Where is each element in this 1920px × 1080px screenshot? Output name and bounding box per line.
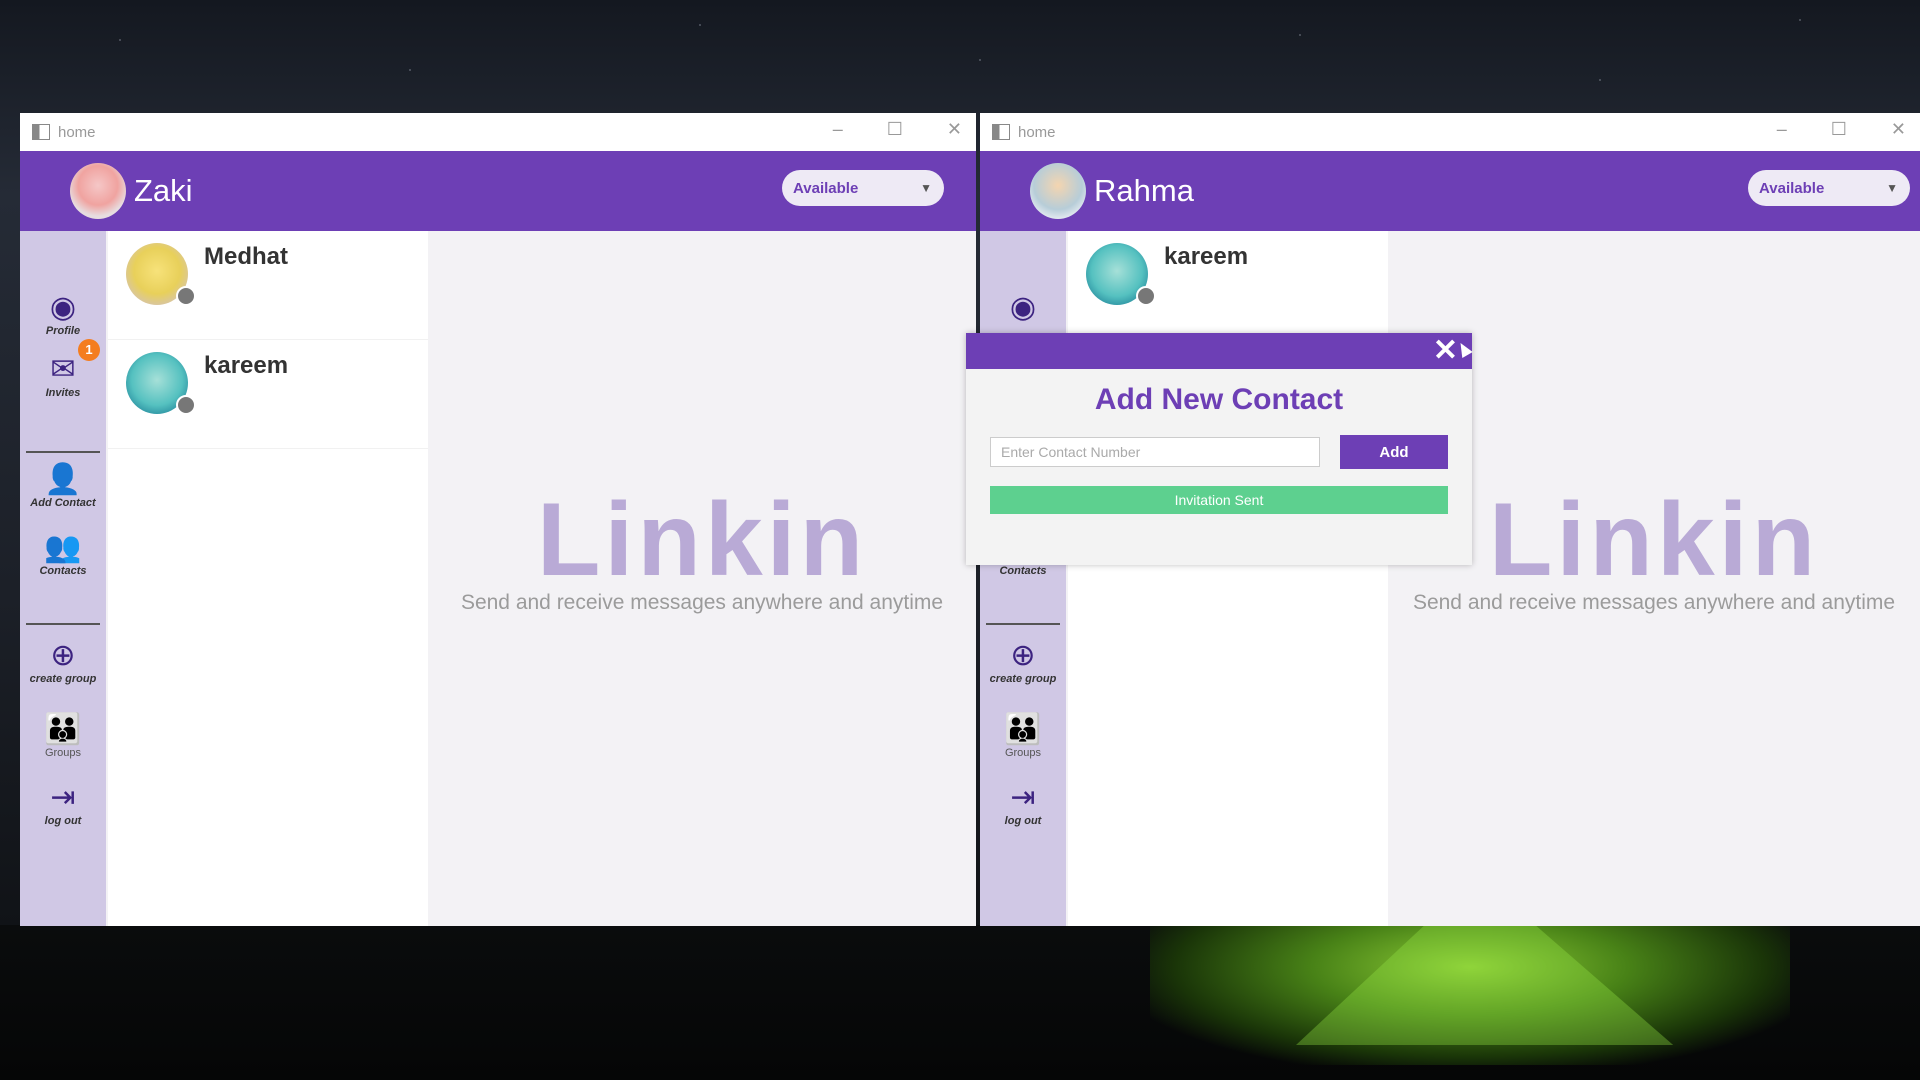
- window-controls: – ☐ ✕: [833, 119, 962, 140]
- close-icon[interactable]: ✕: [1433, 335, 1458, 367]
- create-group-icon: ⊕: [1010, 639, 1036, 672]
- chevron-down-icon: ▼: [920, 181, 932, 195]
- list-item[interactable]: kareem: [1068, 231, 1388, 340]
- nav-label: create group: [989, 673, 1057, 685]
- nav-profile[interactable]: ◉ Profile: [20, 291, 106, 337]
- contacts-icon: 👥: [44, 531, 82, 564]
- add-contact-dialog: ✕ Add New Contact Add Invitation Sent: [966, 333, 1472, 565]
- status-dropdown[interactable]: Available ▼: [782, 170, 944, 206]
- app-icon: [32, 124, 50, 140]
- nav-contacts[interactable]: 👥 Contacts: [20, 531, 106, 577]
- nav-groups[interactable]: 👪 Groups: [980, 713, 1066, 759]
- nav-label: Groups: [1004, 747, 1042, 759]
- nav-label: Invites: [45, 387, 81, 399]
- logout-icon: ⇥: [1010, 781, 1036, 814]
- contact-name: kareem: [204, 352, 289, 379]
- app-logo: Linkin: [536, 482, 868, 598]
- window-title: home: [1018, 123, 1056, 141]
- tagline: Send and receive messages anywhere and a…: [460, 591, 944, 614]
- empty-state: Linkin Send and receive messages anywher…: [428, 231, 976, 926]
- nav-profile[interactable]: ◉: [980, 291, 1066, 325]
- list-item[interactable]: kareem: [108, 340, 428, 449]
- contact-number-input[interactable]: [990, 437, 1320, 467]
- nav-label: create group: [29, 673, 97, 685]
- invites-badge: 1: [78, 339, 100, 361]
- nav-create-group[interactable]: ⊕ create group: [20, 639, 106, 685]
- invitation-status: Invitation Sent: [990, 486, 1448, 514]
- nav-label: Contacts: [39, 565, 87, 577]
- contact-name: Medhat: [204, 243, 288, 270]
- divider: [26, 623, 100, 625]
- presence-dot: [176, 286, 196, 306]
- tagline: Send and receive messages anywhere and a…: [1412, 591, 1896, 614]
- username: Rahma: [1094, 173, 1194, 208]
- nav-label: log out: [44, 815, 82, 827]
- presence-dot: [1136, 286, 1156, 306]
- groups-icon: 👪: [44, 713, 82, 746]
- close-icon[interactable]: ✕: [1891, 119, 1906, 140]
- title-bar: home – ☐ ✕: [20, 113, 976, 151]
- nav-label: Profile: [45, 325, 81, 337]
- app-window-zaki: home – ☐ ✕ Zaki Available ▼ ◉ Profile ✉ …: [20, 113, 976, 926]
- nav-create-group[interactable]: ⊕ create group: [980, 639, 1066, 685]
- nav-log-out[interactable]: ⇥ log out: [20, 781, 106, 827]
- divider: [26, 451, 100, 453]
- username: Zaki: [134, 173, 193, 208]
- avatar[interactable]: [1030, 163, 1086, 219]
- title-bar: home – ☐ ✕: [980, 113, 1920, 151]
- chevron-down-icon: ▼: [1886, 181, 1898, 195]
- nav-label: Add Contact: [30, 497, 96, 509]
- add-user-icon: 👤: [44, 463, 82, 496]
- app-body: ◉ Profile ✉ 1 Invites 👤 Add Contact 👥 Co…: [20, 231, 976, 926]
- dialog-title: Add New Contact: [1094, 383, 1344, 416]
- list-item[interactable]: Medhat: [108, 231, 428, 340]
- add-button[interactable]: Add: [1340, 435, 1448, 469]
- create-group-icon: ⊕: [50, 639, 76, 672]
- presence-dot: [176, 395, 196, 415]
- nav-groups[interactable]: 👪 Groups: [20, 713, 106, 759]
- user-circle-icon: ◉: [1009, 291, 1037, 324]
- nav-label: Contacts: [999, 565, 1047, 577]
- contact-name: kareem: [1164, 243, 1249, 270]
- sidebar: ◉ Profile ✉ 1 Invites 👤 Add Contact 👥 Co…: [20, 231, 106, 926]
- app-icon: [992, 124, 1010, 140]
- app-header: Zaki Available ▼: [20, 151, 976, 231]
- groups-icon: 👪: [1004, 713, 1042, 746]
- close-icon[interactable]: ✕: [947, 119, 962, 140]
- app-header: Rahma Available ▼: [980, 151, 1920, 231]
- status-dropdown[interactable]: Available ▼: [1748, 170, 1910, 206]
- avatar[interactable]: [70, 163, 126, 219]
- status-value: Available: [1759, 179, 1825, 197]
- nav-label: Groups: [44, 747, 82, 759]
- dialog-title-bar: ✕: [966, 333, 1472, 369]
- window-controls: – ☐ ✕: [1777, 119, 1906, 140]
- divider: [986, 623, 1060, 625]
- nav-log-out[interactable]: ⇥ log out: [980, 781, 1066, 827]
- minimize-icon[interactable]: –: [1777, 119, 1787, 140]
- window-title: home: [58, 123, 96, 141]
- logout-icon: ⇥: [50, 781, 76, 814]
- nav-label: log out: [1004, 815, 1042, 827]
- contact-list: Medhat kareem: [108, 231, 428, 926]
- maximize-icon[interactable]: ☐: [1831, 119, 1847, 140]
- nav-add-contact[interactable]: 👤 Add Contact: [20, 463, 106, 509]
- minimize-icon[interactable]: –: [833, 119, 843, 140]
- nav-invites[interactable]: ✉ 1 Invites: [20, 339, 106, 399]
- user-circle-icon: ◉: [49, 291, 77, 324]
- maximize-icon[interactable]: ☐: [887, 119, 903, 140]
- status-value: Available: [793, 179, 859, 197]
